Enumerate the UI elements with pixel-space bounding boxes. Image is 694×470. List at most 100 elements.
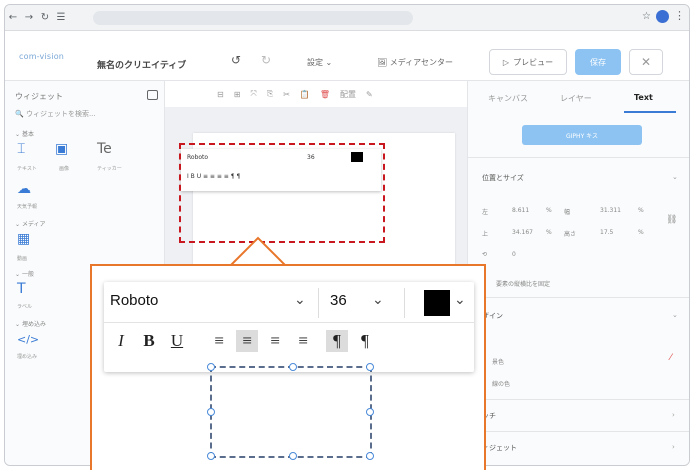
- widget-header[interactable]: ィジェット: [482, 443, 517, 453]
- resize-handle[interactable]: [207, 452, 215, 460]
- save-button[interactable]: 保存: [575, 49, 621, 75]
- section-basic-label: 基本: [21, 131, 34, 138]
- address-bar[interactable]: [93, 11, 413, 25]
- browser-menu-icon[interactable]: ⋮: [674, 9, 685, 22]
- back-icon[interactable]: ←: [5, 12, 21, 23]
- chevron-right-icon[interactable]: ›: [672, 443, 675, 451]
- copy-icon[interactable]: ⎘: [267, 89, 273, 99]
- settings-menu[interactable]: 設定 ⌄: [307, 57, 332, 68]
- chevron-down-icon[interactable]: ⌄: [454, 292, 466, 308]
- ticker-widget-icon[interactable]: Te: [97, 141, 112, 157]
- resize-handle[interactable]: [366, 408, 374, 416]
- document-title[interactable]: 無名のクリエイティブ: [97, 58, 186, 71]
- align-icon[interactable]: ⊞: [234, 90, 241, 99]
- weather-widget-icon[interactable]: ☁: [17, 181, 31, 197]
- divider: [318, 288, 319, 318]
- underline-button[interactable]: U: [166, 330, 188, 352]
- media-center-button[interactable]: 🖼 メディアセンター: [377, 57, 453, 68]
- resize-handle[interactable]: [366, 452, 374, 460]
- rotation-input[interactable]: 0: [512, 251, 516, 258]
- preview-label: プレビュー: [513, 57, 554, 67]
- resize-handle[interactable]: [289, 363, 297, 371]
- top-label: 上: [482, 231, 489, 238]
- video-widget-icon[interactable]: ▦: [17, 231, 30, 247]
- group-icon[interactable]: ⊟: [217, 90, 224, 99]
- link-icon[interactable]: ⛓: [666, 215, 677, 225]
- giphy-button[interactable]: GIPHY キス: [522, 125, 642, 145]
- align-right-button[interactable]: ≡: [264, 330, 286, 352]
- section-media[interactable]: ⌄ メディア: [15, 219, 46, 228]
- embed-widget-label: 埋め込み: [17, 354, 38, 360]
- image-widget-label: 画像: [59, 166, 70, 172]
- no-color-icon[interactable]: ⁄: [670, 353, 672, 363]
- image-widget-icon[interactable]: ▣: [55, 141, 68, 157]
- selected-text-box[interactable]: [207, 363, 374, 460]
- divider: [468, 157, 689, 158]
- justify-button[interactable]: ≡: [292, 330, 314, 352]
- left-value-input[interactable]: 8.611: [512, 207, 529, 214]
- forward-icon[interactable]: →: [21, 12, 37, 23]
- label-widget-icon[interactable]: T: [17, 281, 26, 297]
- close-icon: ✕: [640, 55, 652, 69]
- chevron-down-icon[interactable]: ⌄: [372, 292, 384, 308]
- resize-handle[interactable]: [207, 363, 215, 371]
- border-color-label: 線の色: [492, 381, 511, 388]
- panel-toggle-icon[interactable]: [147, 90, 158, 100]
- rtl-button[interactable]: ¶: [354, 330, 376, 352]
- chevron-down-icon[interactable]: ⌄: [672, 173, 678, 181]
- play-icon: ▷: [502, 57, 510, 67]
- resize-handle[interactable]: [207, 408, 215, 416]
- bold-button[interactable]: B: [138, 330, 160, 352]
- width-value-input[interactable]: 31.311: [600, 207, 621, 214]
- left-label: 左: [482, 209, 489, 216]
- section-embed[interactable]: ⌄ 埋め込み: [15, 319, 46, 328]
- delete-icon[interactable]: 🗑: [320, 90, 330, 99]
- account-avatar[interactable]: [656, 10, 669, 23]
- preview-button[interactable]: ▷ プレビュー: [489, 49, 567, 75]
- text-widget-icon[interactable]: ⌶: [17, 141, 25, 157]
- bookmark-star-icon[interactable]: ☆: [642, 11, 651, 22]
- redo-icon[interactable]: ↻: [261, 53, 271, 67]
- height-label: 高さ: [564, 231, 577, 238]
- ticker-widget-label: ティッカー: [97, 166, 122, 172]
- undo-icon[interactable]: ↺: [231, 53, 241, 67]
- tab-canvas[interactable]: キャンバス: [488, 93, 528, 104]
- top-value-input[interactable]: 34.167: [512, 229, 533, 236]
- resize-handle[interactable]: [289, 452, 297, 460]
- label-widget-label: ラベル: [17, 304, 33, 310]
- weather-widget-label: 天気予報: [17, 204, 38, 210]
- close-button[interactable]: ✕: [629, 49, 663, 75]
- paste-icon[interactable]: 📋: [300, 90, 310, 99]
- resize-handle[interactable]: [366, 363, 374, 371]
- aspect-lock-label[interactable]: 要素の縦横比を固定: [496, 279, 550, 288]
- divider: [468, 431, 689, 432]
- font-family-select[interactable]: Roboto: [110, 292, 158, 309]
- tab-layers[interactable]: レイヤー: [560, 93, 592, 104]
- chevron-right-icon[interactable]: ›: [672, 411, 675, 419]
- reload-icon[interactable]: ↻: [37, 12, 53, 23]
- align-center-button[interactable]: ≡: [236, 330, 258, 352]
- chevron-down-icon[interactable]: ⌄: [672, 311, 678, 319]
- edit-icon[interactable]: ✎: [366, 90, 373, 99]
- position-size-header[interactable]: 位置とサイズ: [482, 173, 524, 183]
- height-unit: %: [638, 229, 644, 236]
- cut-icon[interactable]: ✂: [283, 90, 290, 99]
- align-left-button[interactable]: ≡: [208, 330, 230, 352]
- text-color-swatch[interactable]: [424, 290, 450, 316]
- active-tab-indicator: [624, 111, 676, 113]
- widget-search-input[interactable]: 🔍 ウィジェットを検索...: [15, 109, 96, 119]
- height-value-input[interactable]: 17.5: [600, 229, 613, 236]
- mini-selection-highlight: [179, 143, 385, 243]
- tab-text[interactable]: Text: [634, 93, 653, 102]
- arrange-menu[interactable]: 配置: [340, 89, 356, 100]
- font-size-select[interactable]: 36: [330, 292, 347, 309]
- chevron-down-icon[interactable]: ⌄: [294, 292, 306, 308]
- italic-button[interactable]: I: [110, 330, 132, 352]
- site-info-icon[interactable]: ☰: [53, 12, 69, 23]
- embed-widget-icon[interactable]: </>: [17, 333, 39, 346]
- video-widget-label: 動画: [17, 256, 28, 262]
- section-basic[interactable]: ⌄ 基本: [15, 129, 34, 138]
- section-general[interactable]: ⌄ 一般: [15, 269, 34, 278]
- expand-icon[interactable]: ⤧: [250, 89, 256, 99]
- ltr-button[interactable]: ¶: [326, 330, 348, 352]
